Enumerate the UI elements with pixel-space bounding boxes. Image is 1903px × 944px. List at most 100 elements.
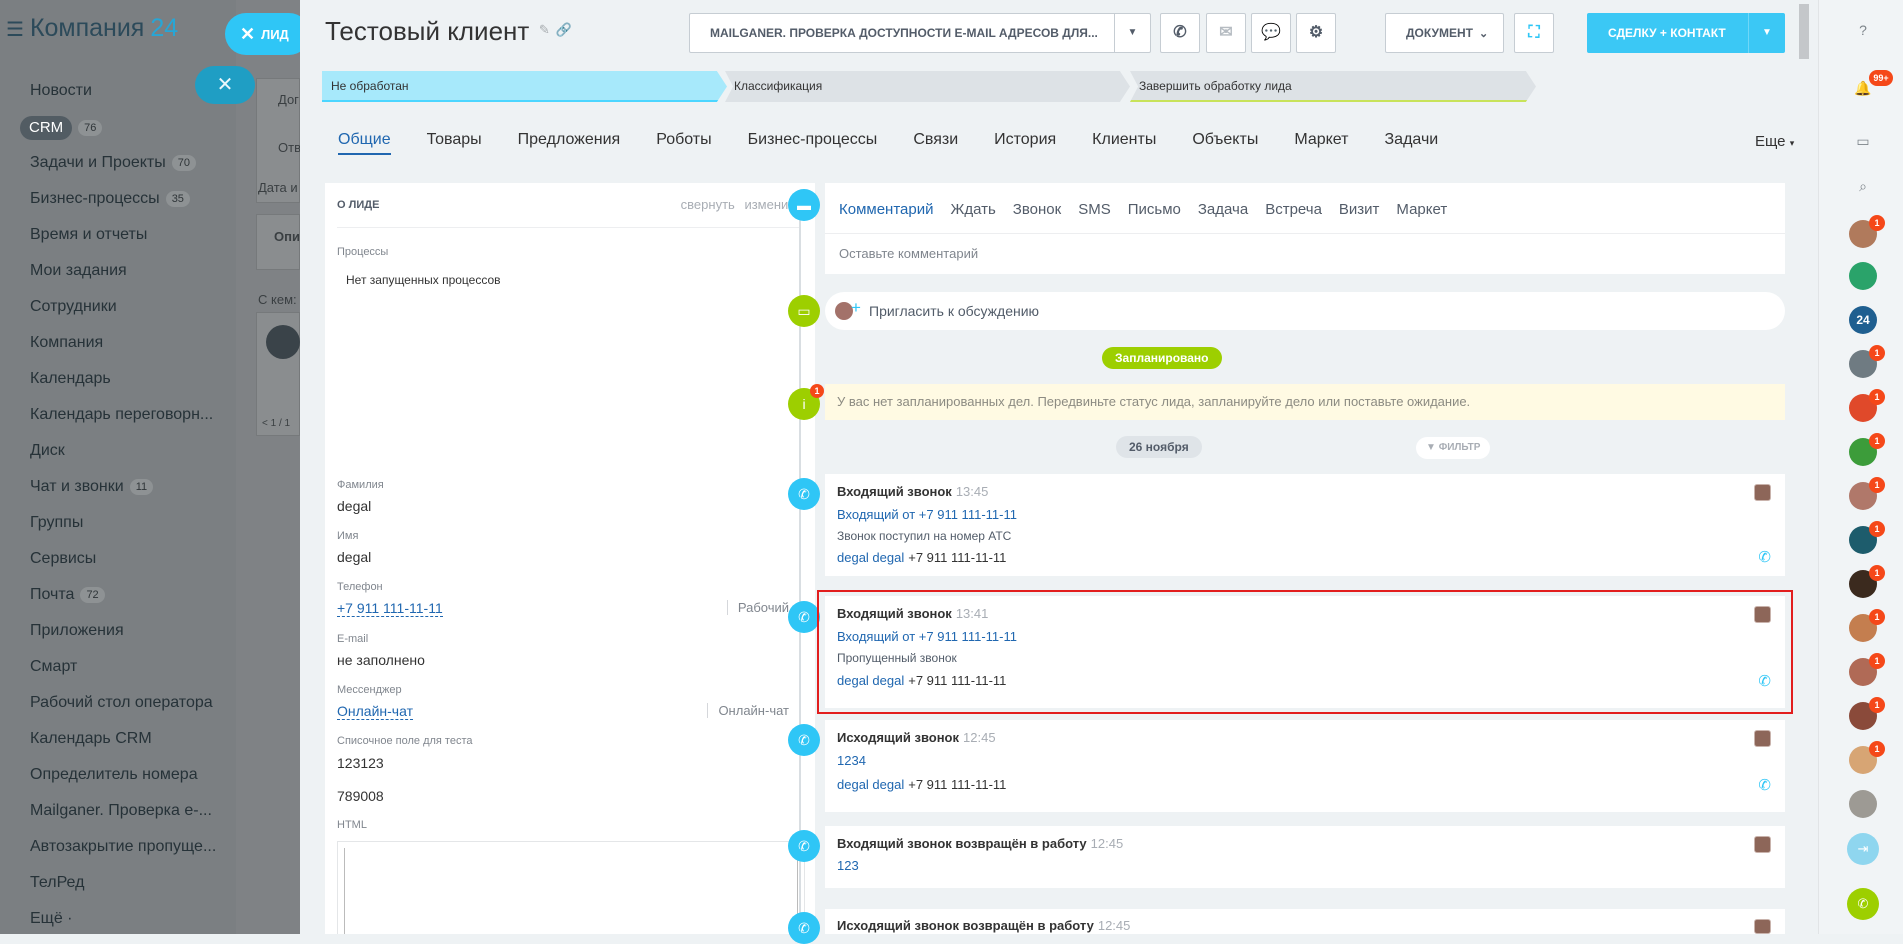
avatar[interactable] [1754, 730, 1771, 747]
menu-item-mailganer[interactable]: Mailganer. Проверка e-... [30, 800, 216, 836]
tab-general[interactable]: Общие [338, 131, 391, 155]
chat-button[interactable]: 💬 [1251, 13, 1291, 53]
help-icon[interactable]: ? [1849, 16, 1877, 44]
tab-market[interactable]: Маркет [1294, 131, 1348, 153]
client-link[interactable]: degal degal [837, 673, 904, 688]
caret-down-icon[interactable]: ▼ [1114, 14, 1150, 52]
html-editor[interactable] [337, 841, 805, 934]
menu-item-services[interactable]: Сервисы [30, 548, 216, 584]
menu-item-crm-calendar[interactable]: Календарь CRM [30, 728, 216, 764]
menu-item-mail[interactable]: Почта 72 [30, 584, 216, 620]
phone-button[interactable]: ✆ [1160, 13, 1200, 53]
menu-item-calendar[interactable]: Календарь [30, 368, 216, 404]
create-deal-contact-button[interactable]: СДЕЛКУ + КОНТАКТ ▼ [1587, 13, 1785, 53]
editor-tab-comment[interactable]: Комментарий [839, 201, 933, 218]
logo[interactable]: ☰ Компания 24 [6, 14, 178, 43]
menu-item-operator-desk[interactable]: Рабочий стол оператора [30, 692, 216, 728]
menu-item-disk[interactable]: Диск [30, 440, 216, 476]
page-title[interactable]: Тестовый клиент [325, 16, 529, 47]
event-link[interactable]: 1234 [837, 753, 866, 768]
menu-item-time[interactable]: Время и отчеты [30, 224, 216, 260]
editor-tab-visit[interactable]: Визит [1339, 201, 1380, 218]
slider-close-button[interactable]: ✕ ЛИД [225, 13, 310, 55]
settings-button[interactable]: ⚙ [1296, 13, 1336, 53]
document-button[interactable]: ДОКУМЕНТ ⌄ [1385, 13, 1504, 53]
editor-tab-call[interactable]: Звонок [1013, 201, 1061, 218]
tab-links[interactable]: Связи [913, 131, 958, 153]
menu-burger-icon[interactable]: ☰ [6, 19, 24, 41]
menu-item-crm[interactable]: CRM 76 [20, 116, 216, 152]
menu-item-number-detector[interactable]: Определитель номера [30, 764, 216, 800]
menu-item-meeting-calendar[interactable]: Календарь переговорн... [30, 404, 216, 440]
stage-classification[interactable]: Классификация [725, 71, 1130, 102]
divider [337, 227, 801, 228]
tab-objects[interactable]: Объекты [1192, 131, 1258, 153]
menu-item-more[interactable]: Ещё · [30, 908, 216, 944]
menu-item-tasks[interactable]: Задачи и Проекты 70 [30, 152, 216, 188]
search-icon[interactable]: ⌕ [1849, 172, 1877, 200]
call-icon[interactable]: ✆ [1758, 776, 1771, 794]
collapse-link[interactable]: свернуть [681, 197, 735, 212]
event-link[interactable]: Входящий от +7 911 111-11-11 [837, 507, 1017, 522]
phone-call-icon[interactable]: ✆ [1847, 888, 1879, 920]
avatar[interactable] [1849, 790, 1877, 818]
event-link[interactable]: Входящий от +7 911 111-11-11 [837, 629, 1017, 644]
call-icon[interactable]: ✆ [1758, 672, 1771, 690]
tab-more[interactable]: Еще ▾ [1755, 133, 1794, 150]
avatar[interactable] [1754, 484, 1771, 501]
client-link[interactable]: degal degal [837, 777, 904, 792]
avatar[interactable] [1754, 919, 1771, 934]
phone-value-link[interactable]: +7 911 111-11-11 [337, 600, 443, 617]
fullscreen-button[interactable]: ⛶ [1514, 13, 1554, 53]
menu-item-company[interactable]: Компания [30, 332, 216, 368]
avatar[interactable] [1754, 836, 1771, 853]
menu-count: 76 [78, 119, 103, 136]
menu-item-chat[interactable]: Чат и звонки 11 [30, 476, 216, 512]
chat-list-icon[interactable]: ▭ [1849, 127, 1877, 155]
editor-tab-wait[interactable]: Ждать [950, 201, 995, 218]
avatar[interactable] [1849, 262, 1877, 290]
scrollbar[interactable] [1798, 0, 1810, 934]
editor-tab-email[interactable]: Письмо [1128, 201, 1181, 218]
mailganer-button[interactable]: MAILGANER. ПРОВЕРКА ДОСТУПНОСТИ E-MAIL А… [689, 13, 1151, 53]
edit-icon[interactable]: ✎ [539, 22, 550, 38]
messenger-value-link[interactable]: Онлайн-чат [337, 703, 413, 720]
menu-item-autoclose[interactable]: Автозакрытие пропуще... [30, 836, 216, 872]
timeline-event: Входящий звонок возвращён в работу 12:45 … [825, 826, 1785, 888]
menu-item-smart[interactable]: Смарт [30, 656, 216, 692]
editor-tab-sms[interactable]: SMS [1078, 201, 1111, 218]
door-icon[interactable]: ⇥ [1847, 833, 1879, 865]
tab-bizproc[interactable]: Бизнес-процессы [748, 131, 878, 153]
invite-to-discussion[interactable]: + Пригласить к обсуждению [825, 292, 1785, 330]
tab-robots[interactable]: Роботы [656, 131, 711, 153]
menu-item-my-tasks[interactable]: Мои задания [30, 260, 216, 296]
event-link[interactable]: 123 [837, 858, 859, 873]
caret-down-icon[interactable]: ▼ [1748, 13, 1785, 53]
menu-item-telred[interactable]: ТелРед [30, 872, 216, 908]
menu-item-apps[interactable]: Приложения [30, 620, 216, 656]
tab-tasks[interactable]: Задачи [1385, 131, 1439, 153]
comment-input[interactable]: Оставьте комментарий [839, 246, 978, 261]
stage-not-processed[interactable]: Не обработан [322, 71, 727, 102]
bitrix24-logo-icon[interactable]: 24 [1849, 306, 1877, 334]
link-icon[interactable]: 🔗 [555, 22, 571, 38]
menu-item-news[interactable]: Новости [30, 80, 216, 116]
editor-tab-market[interactable]: Маркет [1396, 201, 1447, 218]
filter-button[interactable]: ▼ ФИЛЬТР [1416, 437, 1491, 459]
tab-history[interactable]: История [994, 131, 1056, 153]
scrollbar-thumb[interactable] [1799, 4, 1809, 59]
avatar[interactable] [1754, 606, 1771, 623]
client-link[interactable]: degal degal [837, 550, 904, 565]
menu-item-groups[interactable]: Группы [30, 512, 216, 548]
editor-tab-task[interactable]: Задача [1198, 201, 1248, 218]
menu-item-employees[interactable]: Сотрудники [30, 296, 216, 332]
editor-tab-meeting[interactable]: Встреча [1265, 201, 1322, 218]
timeline-event: Исходящий звонок возвращён в работу 12:45 [825, 909, 1785, 934]
tab-products[interactable]: Товары [427, 131, 482, 153]
tab-clients[interactable]: Клиенты [1092, 131, 1156, 153]
email-button[interactable]: ✉ [1206, 13, 1246, 53]
tab-quotes[interactable]: Предложения [518, 131, 621, 153]
stage-finish-processing[interactable]: Завершить обработку лида [1130, 71, 1536, 102]
menu-item-bizproc[interactable]: Бизнес-процессы 35 [30, 188, 216, 224]
call-icon[interactable]: ✆ [1758, 548, 1771, 566]
